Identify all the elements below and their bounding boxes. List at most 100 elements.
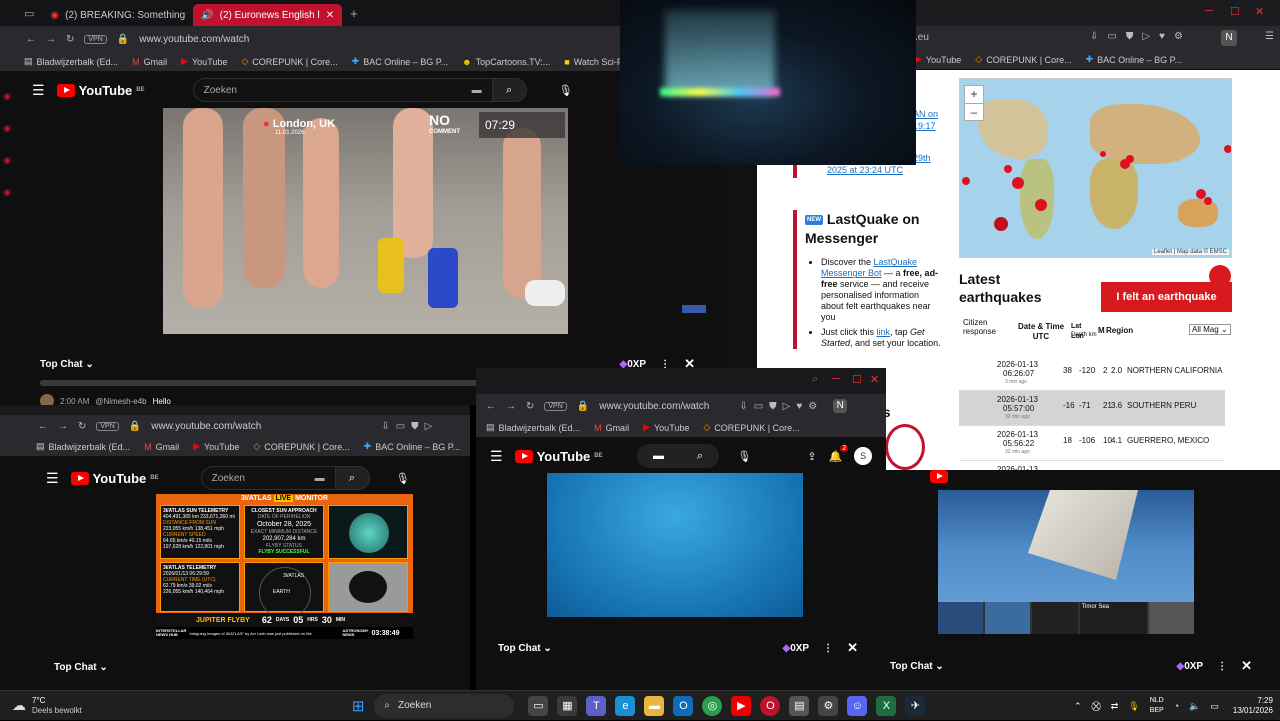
search-icon[interactable]: ⌕: [812, 373, 818, 386]
quake-marker[interactable]: [1004, 165, 1012, 173]
opera-icon[interactable]: O: [760, 695, 781, 716]
back-icon[interactable]: ←: [486, 401, 496, 412]
keyboard-icon[interactable]: ▬: [472, 85, 482, 96]
maximize-icon[interactable]: ☐: [1230, 5, 1240, 18]
search-button[interactable]: ⌕: [335, 466, 370, 490]
bookmark-item[interactable]: ◇ COREPUNK | Core...: [703, 422, 799, 433]
wifi-icon[interactable]: ◔: [1174, 701, 1179, 711]
bookmark-item[interactable]: ✚ BAC Online – BG P...: [364, 441, 460, 452]
search-input[interactable]: Zoeken ▬: [192, 78, 493, 102]
top-chat-dropdown[interactable]: Top Chat ⌄: [498, 643, 552, 654]
clock[interactable]: 7:29 13/01/2026: [1233, 696, 1273, 716]
toolbar-icons[interactable]: ⇩▭⛊▷♥⚙: [1090, 31, 1192, 42]
forward-icon[interactable]: →: [46, 34, 56, 45]
url-text[interactable]: www.youtube.com/watch: [139, 34, 249, 45]
discord-icon[interactable]: ☺: [847, 695, 868, 716]
rail-icon[interactable]: ◉: [0, 80, 14, 112]
more-icon[interactable]: ⋮: [1217, 661, 1227, 672]
quake-marker[interactable]: [1012, 177, 1024, 189]
more-icon[interactable]: ⋮: [823, 643, 833, 654]
outlook-icon[interactable]: O: [673, 695, 694, 716]
settings-icon[interactable]: ⚙: [818, 695, 839, 716]
bookmark-item[interactable]: ◇ COREPUNK | Core...: [241, 56, 337, 67]
thumbnail[interactable]: [1148, 602, 1194, 634]
back-icon[interactable]: ←: [26, 34, 36, 45]
forward-icon[interactable]: →: [58, 421, 68, 432]
minimize-icon[interactable]: ─: [832, 373, 840, 385]
url-text[interactable]: www.youtube.com/watch: [599, 401, 709, 412]
mic-icon[interactable]: 🎙: [559, 84, 573, 97]
news-link[interactable]: 2025 at 23:24 UTC: [827, 164, 938, 176]
bookmark-item[interactable]: ▶ YouTube: [643, 422, 689, 433]
thumbnail[interactable]: [938, 602, 984, 634]
bookmark-item[interactable]: ◇ COREPUNK | Core...: [975, 54, 1071, 65]
keyboard-icon[interactable]: ▬: [315, 473, 325, 484]
table-row[interactable]: 2026-01-13 05:56:22 32 min ago 18 -106 10 4.1 G…: [959, 426, 1225, 461]
steam-icon[interactable]: ✈: [905, 695, 926, 716]
top-chat-dropdown[interactable]: Top Chat ⌄: [54, 662, 108, 673]
top-chat-dropdown[interactable]: Top Chat ⌄: [40, 359, 94, 370]
taskbar-search[interactable]: ⌕ Zoeken: [374, 693, 515, 718]
quake-marker[interactable]: [1126, 155, 1134, 163]
atlas-monitor-video[interactable]: 3I/ATLAS LIVE MONITOR 3I/ATLAS SUN TELEM…: [156, 494, 413, 639]
task-view-icon[interactable]: ▭: [528, 695, 549, 716]
close-window-icon[interactable]: ✕: [870, 373, 879, 386]
bookmark-item[interactable]: M Gmail: [144, 442, 179, 452]
volume-icon[interactable]: 🔈: [1189, 701, 1200, 712]
store-icon[interactable]: ▦: [557, 695, 578, 716]
menu-icon[interactable]: ☰: [32, 82, 45, 99]
close-chat-icon[interactable]: ✕: [847, 640, 858, 656]
reload-icon[interactable]: ↻: [66, 34, 74, 45]
mic-tray-icon[interactable]: 🎙: [1128, 701, 1139, 712]
table-row[interactable]: 2026-01-13 06:26:07 3 min ago 38 -120 2 2.0 NOR…: [959, 356, 1225, 391]
top-chat-dropdown[interactable]: Top Chat ⌄: [890, 661, 944, 672]
thumbnail[interactable]: Timor Sea: [1079, 602, 1147, 634]
tab-euronews[interactable]: 🔊 (2) Euronews English l ✕: [193, 4, 343, 26]
chevron-up-icon[interactable]: ⌃: [1074, 701, 1082, 712]
usb-icon[interactable]: ⇄: [1111, 701, 1119, 712]
iss-video[interactable]: Timor Sea: [938, 490, 1194, 634]
xp-badge[interactable]: ◆0XP: [1176, 661, 1203, 672]
minimize-icon[interactable]: ─: [1205, 5, 1213, 17]
toolbar-icons[interactable]: ⇩▭⛊▷: [381, 421, 438, 432]
quake-marker[interactable]: [1224, 145, 1231, 153]
notifications-icon[interactable]: 🔔 2: [829, 444, 849, 463]
quake-marker[interactable]: [1100, 151, 1106, 157]
felt-earthquake-button[interactable]: I felt an earthquake: [1101, 282, 1232, 312]
edge-icon[interactable]: e: [615, 695, 636, 716]
news-link[interactable]: 29th: [913, 152, 938, 164]
news-link[interactable]: AN on: [913, 108, 938, 120]
share-icon[interactable]: ⇪: [807, 450, 816, 463]
language-indicator[interactable]: NLD BEP: [1150, 696, 1164, 716]
bookmark-item[interactable]: M Gmail: [594, 423, 629, 433]
bookmark-item[interactable]: ◇ COREPUNK | Core...: [253, 441, 349, 452]
reload-icon[interactable]: ↻: [78, 421, 86, 432]
toolbar-icons[interactable]: ⇩▭⛊▷♥⚙: [739, 401, 823, 412]
bookmark-item[interactable]: M Gmail: [132, 57, 167, 67]
quake-marker[interactable]: [962, 177, 970, 185]
youtube-logo[interactable]: YouTube BE: [514, 449, 603, 464]
table-row[interactable]: 2026-01-13 05:57:00 32 min ago -16 -71 21 3.6 S…: [959, 391, 1225, 426]
zoom-in-button[interactable]: +: [965, 86, 983, 103]
bookmark-item[interactable]: ✚ BAC Online – BG P...: [1086, 54, 1182, 65]
url-text[interactable]: www.youtube.com/watch: [151, 421, 261, 432]
tab-breaking[interactable]: ◉ (2) BREAKING: Something: [42, 4, 193, 26]
video-player[interactable]: ● London, UK 11.01.2026 NO COMMENT 07:29: [163, 108, 568, 334]
bookmark-item[interactable]: ▤ Bladwijzerbalk (Ed...: [36, 441, 130, 452]
rail-icon[interactable]: ◉: [0, 144, 14, 176]
close-chat-icon[interactable]: ✕: [1241, 658, 1252, 674]
bookmark-item[interactable]: ☻ TopCartoons.TV:...: [462, 57, 550, 67]
keyboard-icon[interactable]: ▬: [653, 450, 664, 462]
youtube-app-icon[interactable]: ▶: [731, 695, 752, 716]
quake-marker[interactable]: [1035, 199, 1047, 211]
rail-icon[interactable]: ◉: [0, 112, 14, 144]
sidebar-icon[interactable]: ▭: [24, 7, 34, 20]
thumbnail[interactable]: [1032, 602, 1078, 634]
url-text[interactable]: .eu: [915, 32, 929, 43]
mic-icon[interactable]: 🎙: [396, 472, 410, 485]
vpn-badge[interactable]: VPN: [96, 421, 119, 431]
bookmark-item[interactable]: ✚ BAC Online – BG P...: [352, 56, 448, 67]
youtube-logo[interactable]: [930, 470, 948, 483]
youtube-logo[interactable]: YouTube BE: [70, 471, 159, 486]
earthquake-map[interactable]: + – Leaflet | Map data © EMSC: [959, 78, 1232, 258]
